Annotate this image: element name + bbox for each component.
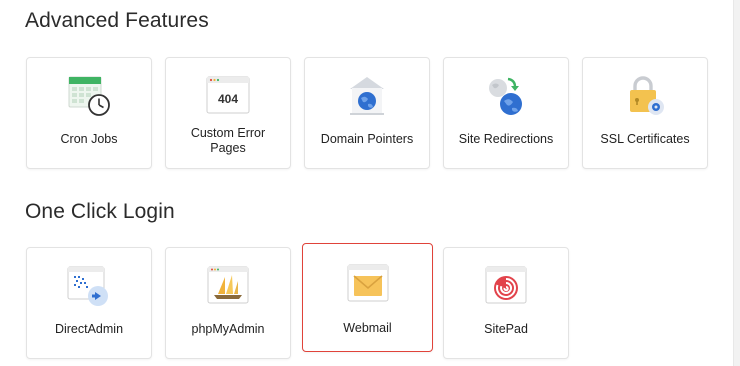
card-label: phpMyAdmin [191,322,265,336]
card-domain-pointers[interactable]: Domain Pointers [304,57,430,169]
card-site-redirections[interactable]: Site Redirections [443,57,569,169]
section-title-advanced-features: Advanced Features [25,9,209,32]
card-directadmin[interactable]: DirectAdmin [26,247,152,359]
card-sitepad[interactable]: SitePad [443,247,569,359]
card-webmail[interactable]: Webmail [302,243,433,352]
card-label: SitePad [484,322,528,336]
card-label: Webmail [343,321,392,335]
error-404-page-icon: 404 [206,76,250,114]
calendar-clock-icon [68,76,110,116]
directadmin-login-icon [67,266,108,306]
phpmyadmin-sailboat-icon [207,266,249,304]
sitepad-logo-icon [485,266,527,304]
globe-house-icon [350,77,384,115]
error-code-text: 404 [218,92,238,106]
padlock-gear-icon [630,76,664,115]
card-label: Domain Pointers [320,132,414,146]
section-title-one-click-login: One Click Login [25,200,175,223]
card-label: SSL Certificates [600,132,690,146]
card-label: Site Redirections [458,132,554,146]
card-custom-error-pages[interactable]: 404 Custom Error Pages [165,57,291,169]
envelope-icon [347,264,388,302]
card-label: Cron Jobs [60,132,118,146]
globe-redirect-icon [489,77,522,115]
card-ssl-certificates[interactable]: SSL Certificates [582,57,708,169]
scrollbar-track[interactable] [733,0,740,366]
card-phpmyadmin[interactable]: phpMyAdmin [165,247,291,359]
card-label: DirectAdmin [54,322,124,336]
card-cron-jobs[interactable]: Cron Jobs [26,57,152,169]
card-label: Custom Error Pages [190,126,266,155]
